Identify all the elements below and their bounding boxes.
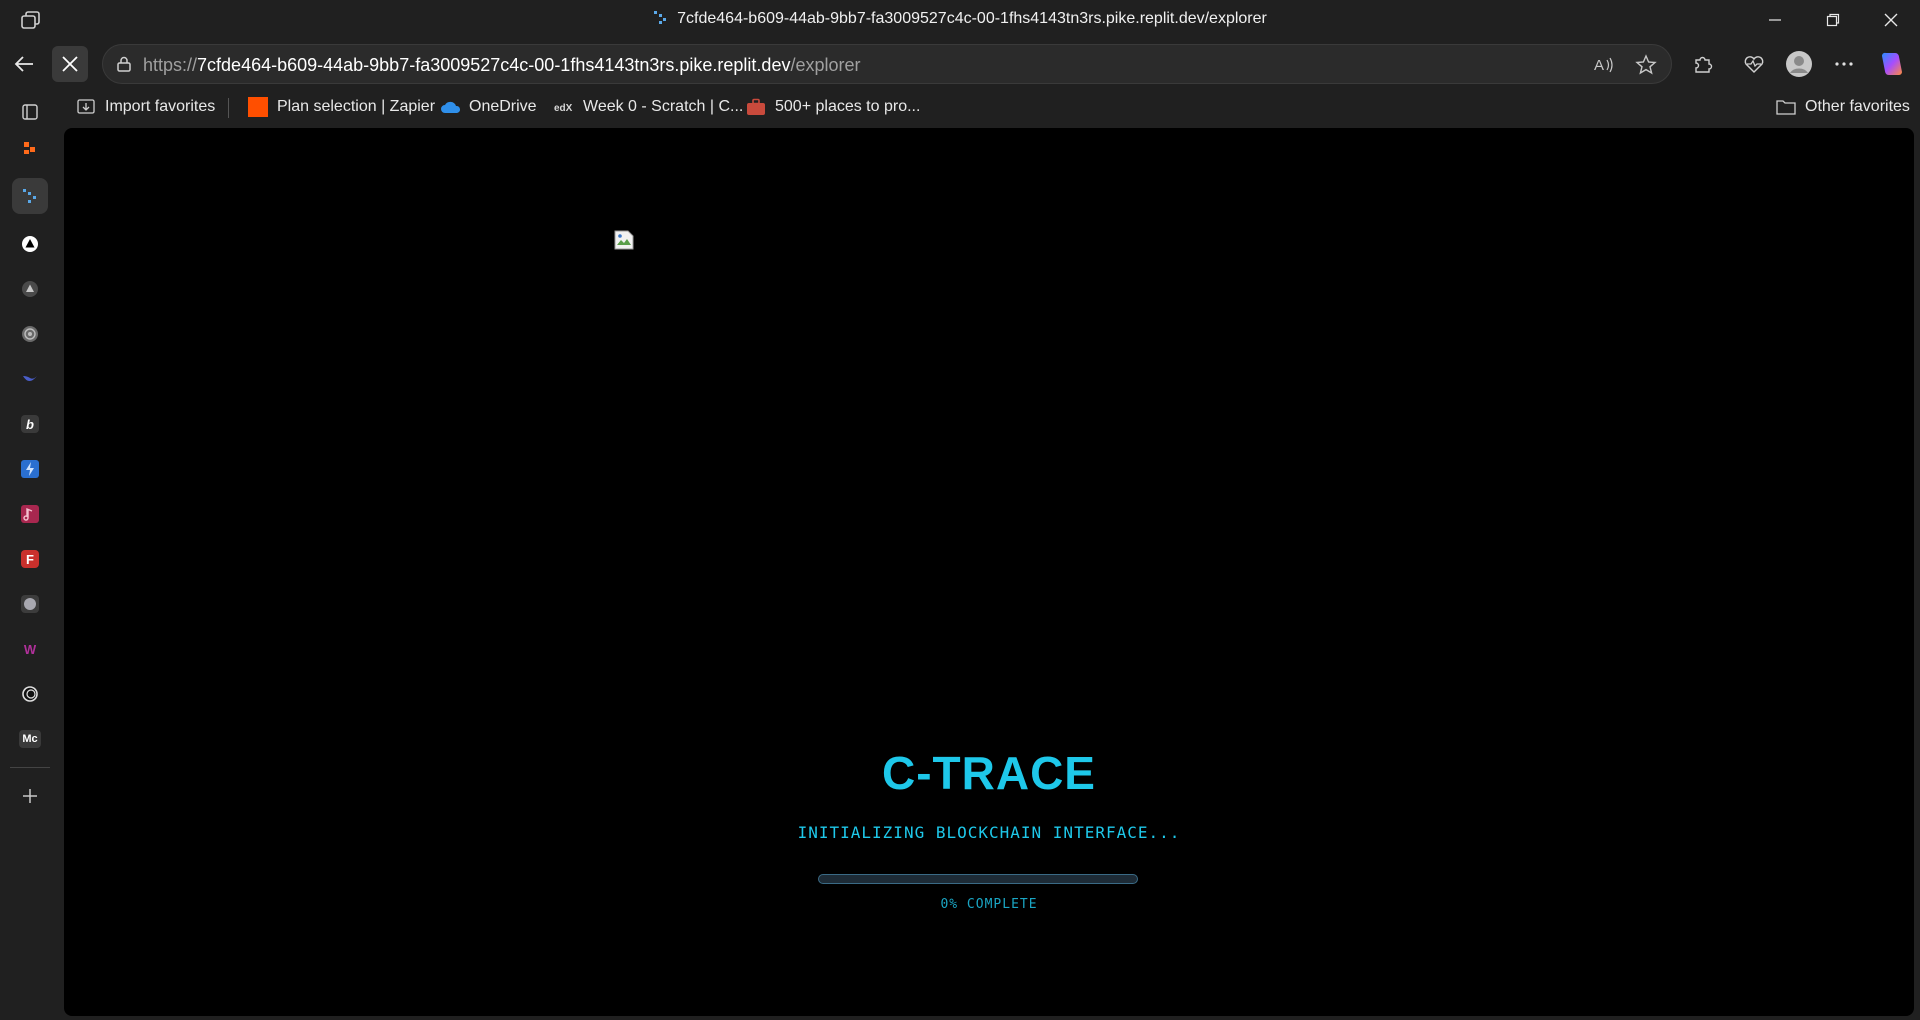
circle-gray-icon <box>21 595 39 613</box>
sidebar-app-10[interactable] <box>12 496 48 532</box>
favorite-label: OneDrive <box>469 98 537 115</box>
copilot-button[interactable] <box>1874 46 1910 82</box>
favorites-divider <box>228 98 229 118</box>
back-arrow-icon <box>14 56 33 72</box>
progress-percent-label: 0% COMPLETE <box>940 897 1038 912</box>
add-icon <box>23 789 37 803</box>
restore-button[interactable] <box>1804 0 1862 40</box>
sidebar-divider <box>10 767 50 768</box>
sidebar-app-9[interactable] <box>12 451 48 487</box>
minimize-icon <box>1769 19 1781 21</box>
favorite-import[interactable]: Import favorites <box>76 95 215 119</box>
f-letter-icon: F <box>21 550 39 568</box>
triangle-circle-icon <box>22 236 38 252</box>
sidebar-app-11[interactable]: F <box>12 541 48 577</box>
favorite-label: 500+ places to pro... <box>775 98 921 115</box>
minimize-button[interactable] <box>1746 0 1804 40</box>
folder-icon <box>1776 97 1796 117</box>
ring-icon <box>22 686 38 702</box>
sidebar-tab-actions[interactable] <box>12 94 48 130</box>
more-dots-icon <box>1835 62 1853 66</box>
replit-icon <box>23 189 36 203</box>
import-icon <box>76 97 96 117</box>
sidebar-replit[interactable] <box>12 178 48 214</box>
url-path: /explorer <box>790 55 861 75</box>
other-favorites-label: Other favorites <box>1805 98 1910 115</box>
site-info-lock-icon[interactable] <box>115 55 133 73</box>
star-icon <box>1635 54 1657 75</box>
sidebar-app-13[interactable]: W <box>12 631 48 667</box>
avatar-icon <box>1786 51 1812 77</box>
w-letter-icon: W <box>23 641 37 657</box>
extensions-button[interactable] <box>1685 46 1721 82</box>
page-viewport: C-TRACE INITIALIZING BLOCKCHAIN INTERFAC… <box>64 128 1914 1016</box>
url-text[interactable]: https://7cfde464-b609-44ab-9bb7-fa300952… <box>143 55 860 76</box>
b-letter-icon: b <box>21 415 39 433</box>
read-aloud-button[interactable]: A <box>1593 54 1615 81</box>
bolt-icon <box>21 460 39 478</box>
vertical-sidebar: b F W Mc <box>0 88 62 1020</box>
sidebar-app-14[interactable] <box>12 676 48 712</box>
settings-more-button[interactable] <box>1826 46 1862 82</box>
bird-icon <box>23 376 37 381</box>
copilot-icon <box>1881 52 1902 75</box>
sidebar-app-6[interactable] <box>12 316 48 352</box>
onedrive-cloud-icon <box>440 97 460 117</box>
favorite-briefcase[interactable]: 500+ places to pro... <box>746 95 920 119</box>
app-title: C-TRACE <box>882 747 1096 799</box>
favorite-edx[interactable]: edX Week 0 - Scratch | C... <box>554 95 743 119</box>
close-window-button[interactable] <box>1862 0 1920 40</box>
url-scheme: https:// <box>143 55 198 75</box>
sidebar-app-4[interactable] <box>12 226 48 262</box>
mc-letter-icon: Mc <box>19 730 41 748</box>
triangle-gray-icon <box>22 281 38 297</box>
broken-image-icon <box>614 230 634 250</box>
loading-progress-bar <box>818 874 1138 884</box>
music-note-icon <box>21 505 39 523</box>
edx-icon: edX <box>554 97 574 117</box>
back-button[interactable] <box>6 46 42 82</box>
restore-icon <box>1826 13 1840 27</box>
tab-actions-icon <box>22 104 38 120</box>
stop-loading-button[interactable] <box>52 46 88 82</box>
heart-pulse-icon <box>1744 56 1764 73</box>
puzzle-icon <box>1695 56 1713 73</box>
address-bar[interactable]: https://7cfde464-b609-44ab-9bb7-fa300952… <box>102 44 1672 84</box>
window-title: 7cfde464-b609-44ab-9bb7-fa3009527c4c-00-… <box>0 10 1920 28</box>
other-favorites-folder[interactable]: Other favorites <box>1776 95 1910 119</box>
favorite-star-button[interactable] <box>1635 54 1657 81</box>
title-bar: 7cfde464-b609-44ab-9bb7-fa3009527c4c-00-… <box>0 0 1920 40</box>
window-title-text: 7cfde464-b609-44ab-9bb7-fa3009527c4c-00-… <box>677 10 1267 27</box>
replit-favicon-icon <box>654 11 667 24</box>
favorite-zapier[interactable]: Plan selection | Zapier <box>248 95 435 119</box>
address-row: https://7cfde464-b609-44ab-9bb7-fa300952… <box>0 40 1920 88</box>
spiral-icon <box>22 326 38 342</box>
sidebar-add-button[interactable] <box>12 778 48 814</box>
stop-x-icon <box>62 56 78 72</box>
favorites-bar: Import favorites Plan selection | Zapier… <box>62 88 1920 126</box>
sidebar-app-8[interactable]: b <box>12 406 48 442</box>
sidebar-app-12[interactable] <box>12 586 48 622</box>
sidebar-app-5[interactable] <box>12 271 48 307</box>
zapier-icon <box>248 97 268 117</box>
briefcase-icon <box>746 97 766 117</box>
loading-status: INITIALIZING BLOCKCHAIN INTERFACE... <box>797 823 1181 842</box>
favorite-label: Plan selection | Zapier <box>277 98 436 115</box>
svg-text:edX: edX <box>554 103 573 114</box>
favorite-label: Import favorites <box>105 98 216 115</box>
read-aloud-icon: A <box>1594 57 1613 74</box>
sidebar-app-7[interactable] <box>12 361 48 397</box>
sidebar-app-15[interactable]: Mc <box>12 721 48 757</box>
close-icon <box>1884 13 1898 27</box>
favorite-label: Week 0 - Scratch | C... <box>583 98 744 115</box>
zapier-app-icon <box>24 142 35 154</box>
sidebar-zapier[interactable] <box>12 130 48 166</box>
url-host: 7cfde464-b609-44ab-9bb7-fa3009527c4c-00-… <box>197 55 791 75</box>
svg-text:A: A <box>1594 57 1604 74</box>
browser-essentials-button[interactable] <box>1736 46 1772 82</box>
profile-button[interactable] <box>1781 46 1817 82</box>
favorite-onedrive[interactable]: OneDrive <box>440 95 537 119</box>
